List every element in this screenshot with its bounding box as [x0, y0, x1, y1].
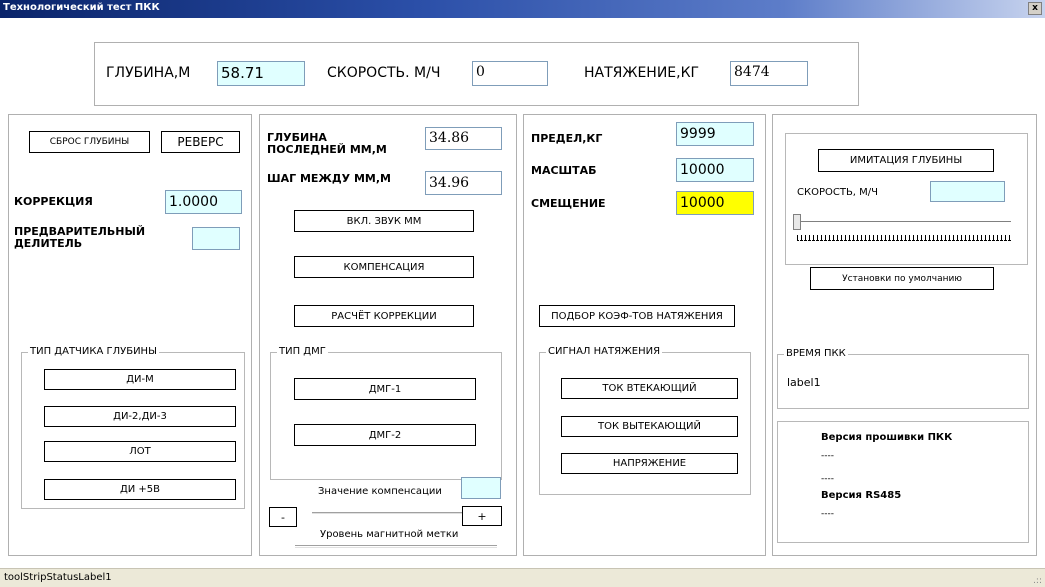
predivider-label-line2: ДЕЛИТЕЛЬ [14, 237, 83, 250]
mark-level-slider-track[interactable] [312, 512, 462, 514]
slider-ticks [797, 235, 1011, 241]
voltage-button[interactable]: НАПРЯЖЕНИЕ [561, 453, 738, 474]
magnetic-mark-panel: ГЛУБИНА ПОСЛЕДНЕЙ ММ,М 34.86 ШАГ МЕЖДУ М… [259, 114, 517, 556]
tension-settings-panel: ПРЕДЕЛ,КГ 9999 МАСШТАБ 10000 СМЕЩЕНИЕ 10… [523, 114, 766, 556]
compensation-button[interactable]: КОМПЕНСАЦИЯ [294, 256, 474, 278]
tension-field[interactable]: 8474 [730, 61, 808, 86]
increment-button[interactable]: + [462, 506, 502, 526]
speed-field[interactable]: 0 [472, 61, 548, 86]
depth-sensor-group-title: ТИП ДАТЧИКА ГЛУБИНЫ [28, 346, 159, 357]
tension-signal-group: СИГНАЛ НАТЯЖЕНИЯ ТОК ВТЕКАЮЩИЙ ТОК ВЫТЕК… [539, 346, 751, 495]
window-title: Технологический тест ПКК [3, 2, 160, 13]
compensation-value-label: Значение компенсации [318, 486, 442, 497]
compensation-value-field[interactable] [461, 477, 501, 499]
sensor-lot-button[interactable]: ЛОТ [44, 441, 236, 462]
reverse-button[interactable]: РЕВЕРС [161, 131, 240, 153]
imitation-speed-field[interactable] [930, 181, 1005, 202]
resize-grip-icon[interactable]: .:: [1033, 576, 1042, 586]
pkk-time-value: label1 [787, 376, 821, 389]
dmg2-button[interactable]: ДМГ-2 [294, 424, 476, 446]
main-window: Технологический тест ПКК x ГЛУБИНА,М 58.… [0, 0, 1045, 587]
rs485-version-title: Версия RS485 [821, 490, 902, 501]
firmware-version-line2: ---- [821, 474, 834, 484]
scale-label: МАСШТАБ [531, 164, 597, 177]
dmg1-button[interactable]: ДМГ-1 [294, 378, 476, 400]
offset-field[interactable]: 10000 [676, 191, 754, 215]
calc-correction-button[interactable]: РАСЧЁТ КОРРЕКЦИИ [294, 305, 474, 327]
rs485-version-line1: ---- [821, 509, 834, 519]
tension-label: НАТЯЖЕНИЕ,КГ [584, 65, 700, 81]
pkk-time-group-title: ВРЕМЯ ПКК [784, 348, 848, 359]
pkk-time-group: ВРЕМЯ ПКК label1 [777, 348, 1029, 409]
readout-panel: ГЛУБИНА,М 58.71 СКОРОСТЬ. М/Ч 0 НАТЯЖЕНИ… [94, 42, 859, 106]
mark-step-label: ШАГ МЕЖДУ ММ,М [267, 172, 391, 185]
correction-field[interactable]: 1.0000 [165, 190, 242, 214]
limit-field[interactable]: 9999 [676, 122, 754, 146]
defaults-button[interactable]: Установки по умолчанию [810, 267, 994, 290]
dmg-type-group-title: ТИП ДМГ [277, 346, 328, 357]
imitation-speed-label: СКОРОСТЬ, М/Ч [797, 187, 879, 198]
firmware-version-line1: ---- [821, 451, 834, 461]
sound-mark-button[interactable]: ВКЛ. ЗВУК ММ [294, 210, 474, 232]
mark-level-label: Уровень магнитной метки [320, 529, 459, 540]
sensor-di-m-button[interactable]: ДИ-М [44, 369, 236, 390]
sensor-di2-di3-button[interactable]: ДИ-2,ДИ-3 [44, 406, 236, 427]
mark-level-bar [295, 545, 497, 548]
depth-sensor-group: ТИП ДАТЧИКА ГЛУБИНЫ ДИ-М ДИ-2,ДИ-3 ЛОТ Д… [21, 346, 245, 509]
imitation-speed-slider[interactable] [793, 212, 1013, 246]
version-box: Версия прошивки ПКК ---- ---- Версия RS4… [777, 421, 1029, 543]
sensor-di5v-button[interactable]: ДИ +5В [44, 479, 236, 500]
reset-depth-button[interactable]: СБРОС ГЛУБИНЫ [29, 131, 150, 153]
current-out-button[interactable]: ТОК ВЫТЕКАЮЩИЙ [561, 416, 738, 437]
depth-last-mark-field[interactable]: 34.86 [425, 127, 502, 150]
imitation-depth-button[interactable]: ИМИТАЦИЯ ГЛУБИНЫ [818, 149, 994, 172]
decrement-button[interactable]: - [269, 507, 297, 527]
tension-signal-group-title: СИГНАЛ НАТЯЖЕНИЯ [546, 346, 663, 357]
status-label: toolStripStatusLabel1 [4, 572, 112, 583]
offset-label: СМЕЩЕНИЕ [531, 197, 606, 210]
predivider-field[interactable] [192, 227, 240, 250]
dmg-type-group: ТИП ДМГ ДМГ-1 ДМГ-2 [270, 346, 502, 480]
slider-thumb[interactable] [793, 214, 801, 230]
scale-field[interactable]: 10000 [676, 158, 754, 182]
title-bar[interactable]: Технологический тест ПКК x [0, 0, 1045, 18]
tension-coef-button[interactable]: ПОДБОР КОЭФ-ТОВ НАТЯЖЕНИЯ [539, 305, 735, 327]
depth-field[interactable]: 58.71 [217, 61, 305, 86]
slider-track [797, 221, 1011, 223]
speed-label: СКОРОСТЬ. М/Ч [327, 65, 441, 81]
simulation-panel: ИМИТАЦИЯ ГЛУБИНЫ СКОРОСТЬ, М/Ч Установки… [772, 114, 1037, 556]
depth-settings-panel: СБРОС ГЛУБИНЫ РЕВЕРС КОРРЕКЦИЯ 1.0000 ПР… [8, 114, 252, 556]
close-button[interactable]: x [1028, 2, 1042, 15]
mark-step-field[interactable]: 34.96 [425, 171, 502, 195]
firmware-version-title: Версия прошивки ПКК [821, 432, 953, 443]
current-in-button[interactable]: ТОК ВТЕКАЮЩИЙ [561, 378, 738, 399]
depth-label: ГЛУБИНА,М [106, 65, 191, 81]
status-bar: toolStripStatusLabel1 .:: [0, 568, 1045, 587]
correction-label: КОРРЕКЦИЯ [14, 195, 93, 208]
limit-label: ПРЕДЕЛ,КГ [531, 132, 603, 145]
depth-last-mark-label-line2: ПОСЛЕДНЕЙ ММ,М [267, 143, 387, 156]
